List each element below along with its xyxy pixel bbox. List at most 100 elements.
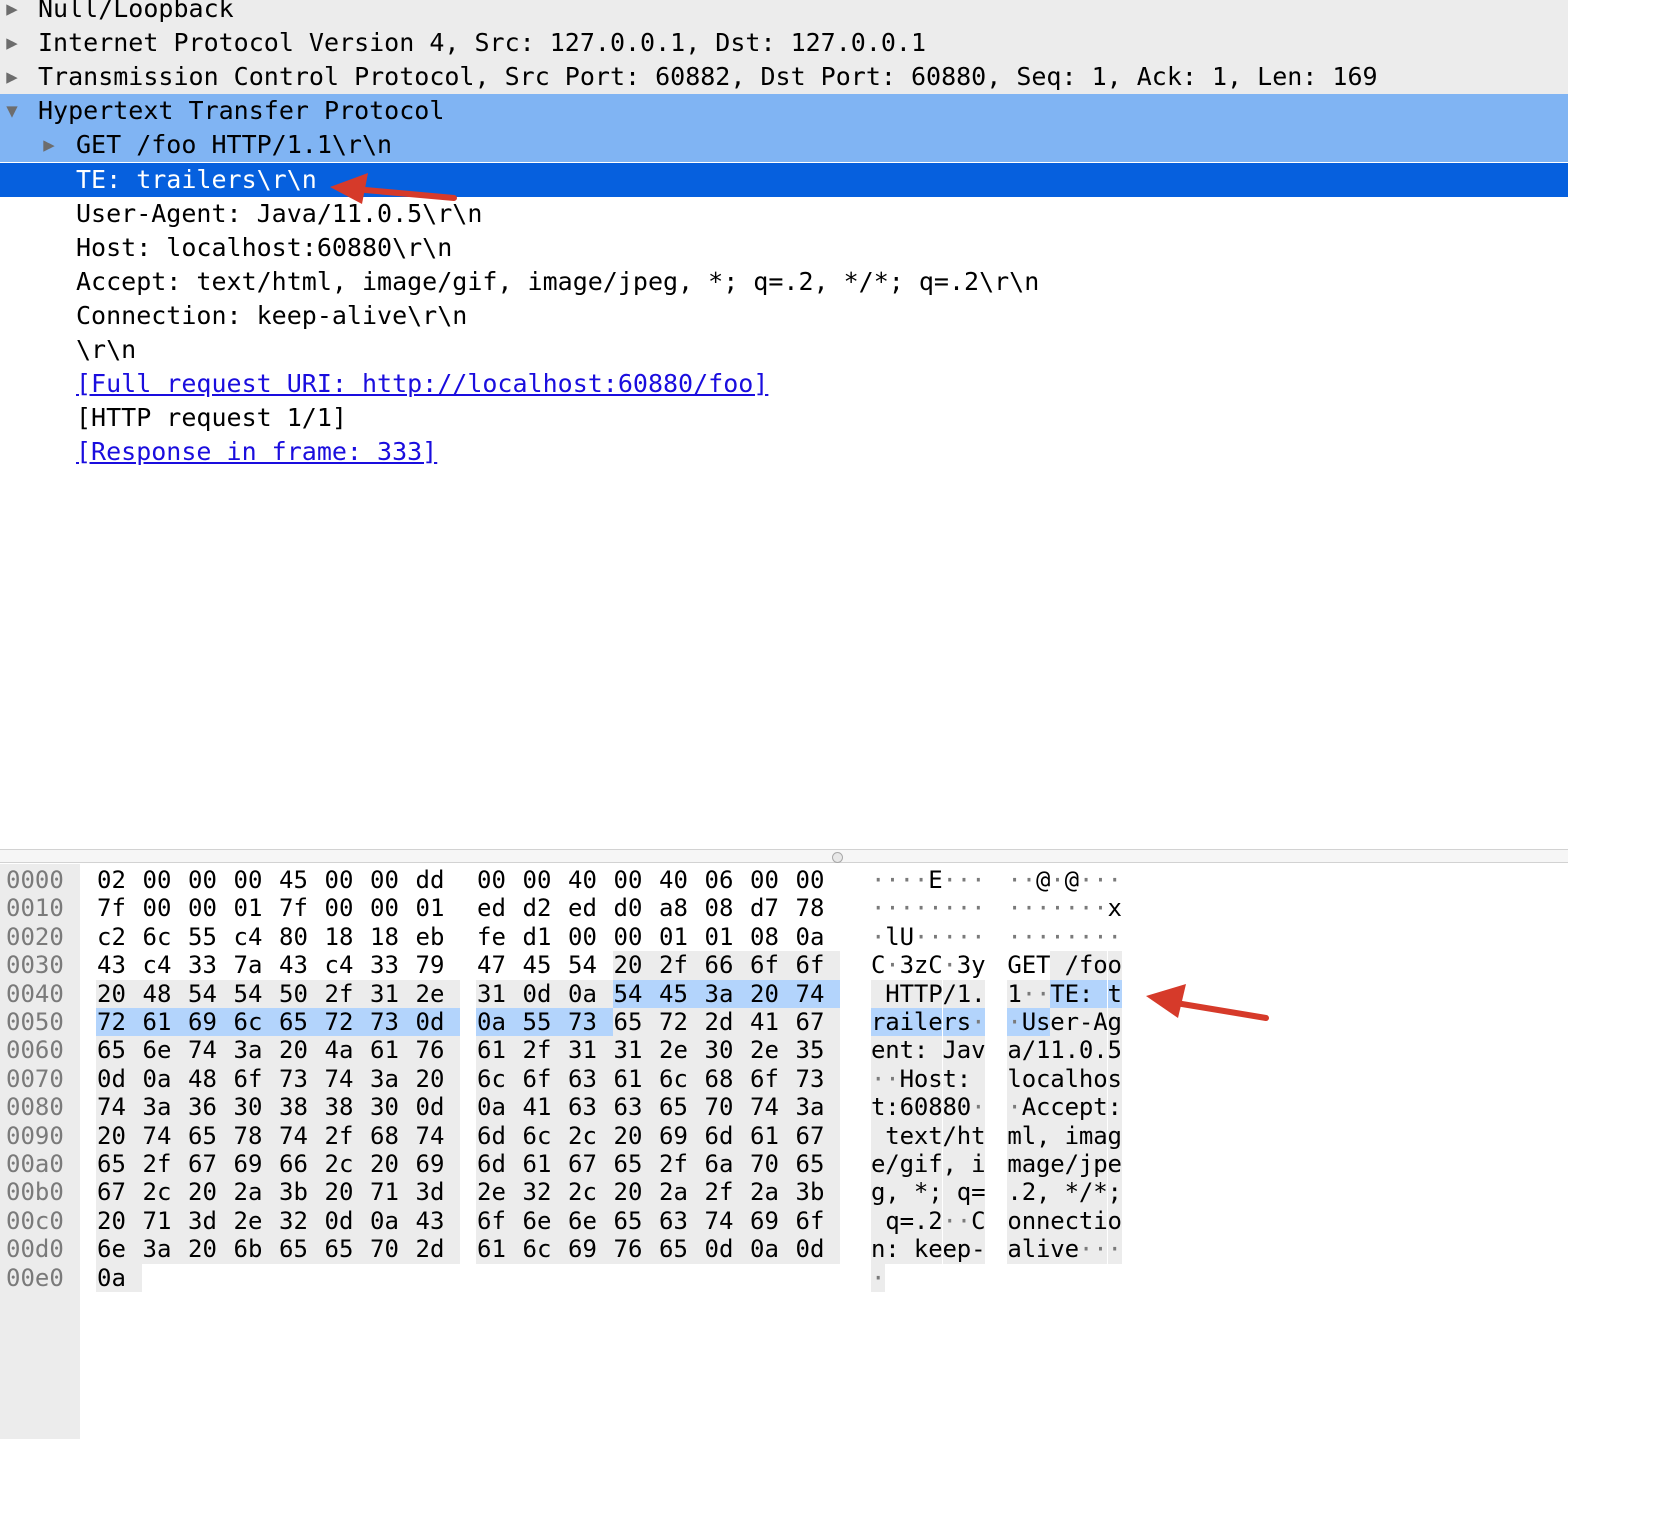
hex-byte[interactable]: 2e xyxy=(414,979,460,1008)
hex-byte[interactable]: 20 xyxy=(749,979,795,1008)
ascii-char[interactable]: 1 xyxy=(956,979,971,1008)
hex-byte[interactable]: 72 xyxy=(96,1008,142,1037)
hex-byte[interactable]: 54 xyxy=(567,951,613,979)
ascii-char[interactable]: i xyxy=(971,1150,986,1179)
hex-byte[interactable]: 00 xyxy=(567,923,613,951)
hex-byte[interactable]: 66 xyxy=(278,1150,324,1179)
ascii-char[interactable]: i xyxy=(913,1150,928,1179)
ascii-char[interactable]: · xyxy=(914,923,928,951)
hex-byte[interactable]: 69 xyxy=(414,1150,460,1179)
ascii-char[interactable]: 5 xyxy=(1107,1036,1122,1065)
ascii-char[interactable]: n xyxy=(1021,1206,1036,1236)
ascii-char[interactable]: g xyxy=(1107,1121,1122,1150)
ascii-char[interactable] xyxy=(1093,979,1108,1008)
hex-byte[interactable]: 31 xyxy=(567,1036,613,1065)
hex-byte[interactable]: 33 xyxy=(187,951,233,979)
hex-byte[interactable]: 0d xyxy=(414,1008,460,1037)
ascii-char[interactable]: · xyxy=(1050,923,1064,951)
ascii-char[interactable]: · xyxy=(971,1093,986,1122)
hex-byte[interactable]: 6a xyxy=(703,1150,749,1179)
hex-byte[interactable]: a8 xyxy=(658,894,704,922)
hex-byte[interactable]: 38 xyxy=(323,1093,369,1122)
hex-byte[interactable]: 65 xyxy=(658,1093,704,1122)
ascii-char[interactable]: T xyxy=(1050,979,1065,1008)
ascii-char[interactable]: i xyxy=(1064,1121,1079,1150)
hex-byte[interactable]: 20 xyxy=(414,1064,460,1094)
ascii-char[interactable]: 3 xyxy=(957,951,971,979)
ascii-char[interactable]: 3 xyxy=(900,951,914,979)
hex-byte[interactable]: 67 xyxy=(567,1150,613,1179)
hex-byte[interactable]: 6c xyxy=(232,1008,278,1037)
ascii-char[interactable]: x xyxy=(913,1121,928,1150)
ascii-char[interactable]: s xyxy=(928,1064,943,1094)
ascii-char[interactable] xyxy=(871,979,886,1008)
hex-byte[interactable]: 65 xyxy=(658,1235,704,1264)
ascii-char[interactable]: J xyxy=(942,1036,957,1065)
ascii-char[interactable]: T xyxy=(1036,951,1050,979)
hex-byte[interactable]: 61 xyxy=(141,1008,187,1037)
hex-byte[interactable]: 65 xyxy=(278,1008,324,1037)
ascii-char[interactable]: · xyxy=(914,866,928,894)
hex-byte[interactable]: ed xyxy=(567,894,613,922)
hex-byte[interactable]: 6d xyxy=(476,1121,522,1150)
ascii-char[interactable]: · xyxy=(1050,894,1064,922)
ascii-char[interactable]: e xyxy=(871,1036,885,1065)
hex-byte[interactable]: 06 xyxy=(704,866,750,894)
tree-row[interactable]: User-Agent: Java/11.0.5\r\n xyxy=(0,197,1568,231)
ascii-char[interactable]: · xyxy=(1036,979,1050,1008)
hex-byte[interactable]: 61 xyxy=(749,1121,795,1150)
ascii-char[interactable]: A xyxy=(1093,1008,1108,1037)
ascii-char[interactable]: 1 xyxy=(1050,1036,1065,1065)
hex-byte[interactable]: 00 xyxy=(142,866,188,894)
hex-byte[interactable]: 2e xyxy=(476,1178,522,1207)
ascii-char[interactable]: · xyxy=(943,894,957,922)
hex-byte[interactable]: 01 xyxy=(233,894,279,922)
hex-byte[interactable]: 00 xyxy=(369,866,415,894)
hex-byte[interactable]: 73 xyxy=(794,1064,840,1094)
hex-byte[interactable]: 6e xyxy=(521,1206,567,1236)
hex-byte[interactable]: 0d xyxy=(521,979,567,1008)
ascii-char[interactable]: E xyxy=(1064,979,1079,1008)
ascii-char[interactable]: e xyxy=(899,1121,914,1150)
hex-byte[interactable]: 74 xyxy=(794,979,840,1008)
hex-byte[interactable]: 73 xyxy=(278,1064,324,1094)
ascii-char[interactable]: p xyxy=(1078,1093,1093,1122)
ascii-char[interactable] xyxy=(899,1235,914,1264)
ascii-char[interactable]: e xyxy=(1064,1093,1079,1122)
ascii-char[interactable]: · xyxy=(971,1008,986,1037)
ascii-char[interactable]: 6 xyxy=(899,1093,914,1122)
ascii-char[interactable]: · xyxy=(956,1206,971,1236)
ascii-char[interactable]: · xyxy=(900,894,914,922)
ascii-char[interactable]: : xyxy=(885,1093,900,1122)
ascii-char[interactable]: f xyxy=(928,1150,943,1179)
ascii-char[interactable]: k xyxy=(913,1235,928,1264)
hex-byte[interactable]: 41 xyxy=(521,1093,567,1122)
ascii-char[interactable]: · xyxy=(943,923,957,951)
ascii-char[interactable]: e xyxy=(1064,1235,1079,1264)
ascii-char[interactable]: q xyxy=(885,1206,900,1236)
hex-byte[interactable]: 6d xyxy=(476,1150,522,1179)
hex-byte[interactable]: 6e xyxy=(141,1036,187,1065)
hex-byte[interactable]: 54 xyxy=(612,979,658,1008)
ascii-char[interactable]: c xyxy=(1050,1093,1065,1122)
ascii-char[interactable]: E xyxy=(928,866,942,894)
ascii-char[interactable] xyxy=(1050,1178,1065,1207)
hex-byte[interactable]: 6f xyxy=(521,1064,567,1094)
hex-byte[interactable]: 67 xyxy=(794,1008,840,1037)
hex-byte[interactable]: 20 xyxy=(187,1178,233,1207)
hex-byte[interactable]: 65 xyxy=(96,1036,142,1065)
ascii-char[interactable]: · xyxy=(1108,923,1122,951)
ascii-char[interactable]: · xyxy=(942,1206,957,1236)
ascii-char[interactable]: l xyxy=(1021,1121,1036,1150)
hex-byte[interactable]: 00 xyxy=(522,866,568,894)
hex-byte[interactable]: 31 xyxy=(612,1036,658,1065)
ascii-char[interactable]: m xyxy=(1007,1150,1022,1179)
hex-byte[interactable]: 0d xyxy=(96,1064,142,1094)
ascii-char[interactable]: · xyxy=(943,951,957,979)
ascii-char[interactable]: v xyxy=(971,1036,986,1065)
ascii-char[interactable]: x xyxy=(1108,894,1122,922)
hex-byte[interactable]: 76 xyxy=(612,1235,658,1264)
ascii-char[interactable]: 2 xyxy=(1021,1178,1036,1207)
hex-byte[interactable]: 47 xyxy=(476,951,522,979)
ascii-char[interactable]: @ xyxy=(1065,866,1079,894)
